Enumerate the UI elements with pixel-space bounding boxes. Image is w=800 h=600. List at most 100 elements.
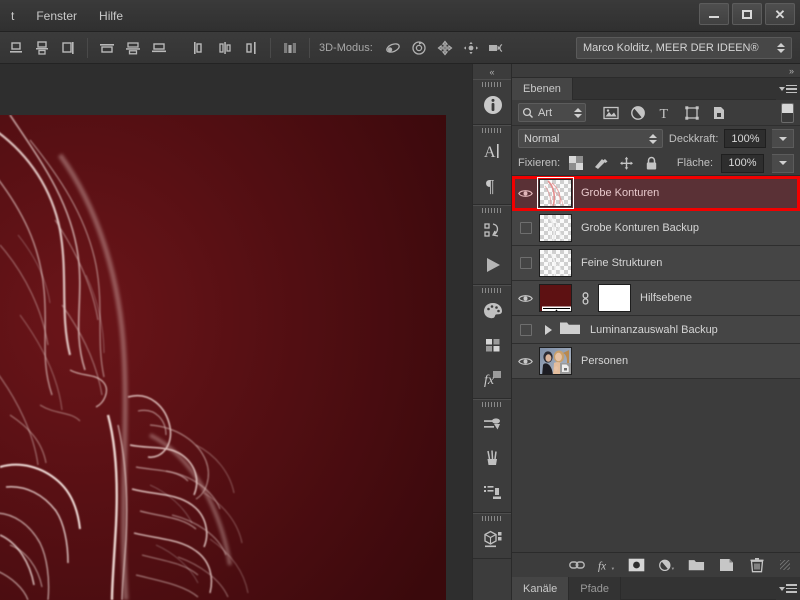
document-window[interactable] <box>0 115 446 600</box>
tab-pfade[interactable]: Pfade <box>569 577 622 600</box>
link-icon[interactable] <box>579 291 591 305</box>
layer-mask-thumbnail[interactable] <box>598 284 631 312</box>
delete-layer-icon[interactable] <box>748 557 765 574</box>
table-row[interactable]: Hilfsebene <box>512 281 800 316</box>
table-row[interactable]: Grobe Konturen Backup <box>512 211 800 246</box>
filter-adjustment-icon[interactable] <box>629 104 647 122</box>
lock-transparency-icon[interactable] <box>568 155 584 171</box>
filter-type-icon[interactable]: T <box>656 104 674 122</box>
distribute-top-edges-button[interactable] <box>95 36 119 60</box>
add-layer-mask-icon[interactable] <box>628 557 645 574</box>
rail-grip[interactable] <box>473 400 511 408</box>
layer-visibility-toggle[interactable] <box>512 344 539 378</box>
rail-grip[interactable] <box>473 206 511 214</box>
filter-smartobject-icon[interactable] <box>710 104 728 122</box>
brush-adjust-icon[interactable] <box>473 408 513 442</box>
layer-thumbnail[interactable] <box>537 177 574 209</box>
group-expand-arrow-icon[interactable] <box>545 324 552 335</box>
layer-thumbnail[interactable] <box>539 347 572 375</box>
layer-thumbnail[interactable] <box>539 284 572 312</box>
lock-icons-group <box>568 155 659 171</box>
table-row[interactable]: Feine Strukturen <box>512 246 800 281</box>
layer-thumbnail-wrap <box>539 347 572 375</box>
lock-all-icon[interactable] <box>643 155 659 171</box>
distribute-right-edges-button[interactable] <box>239 36 263 60</box>
lock-image-pixels-icon[interactable] <box>593 155 609 171</box>
filter-shape-icon[interactable] <box>683 104 701 122</box>
fill-stepper[interactable] <box>772 153 794 173</box>
filter-kind-select[interactable]: Art <box>518 103 586 122</box>
align-bottom-edges-button[interactable] <box>4 36 28 60</box>
rail-grip[interactable] <box>473 80 511 88</box>
layer-style-fx-icon[interactable]: fx <box>598 557 615 574</box>
new-group-icon[interactable] <box>688 557 705 574</box>
minimize-button[interactable] <box>699 3 729 25</box>
close-button[interactable]: ✕ <box>765 3 795 25</box>
link-layers-icon[interactable] <box>568 557 585 574</box>
rail-grip[interactable] <box>473 286 511 294</box>
align-vertical-centers-button[interactable] <box>30 36 54 60</box>
eye-off-icon <box>519 222 532 234</box>
align-right-edges-button[interactable] <box>56 36 80 60</box>
table-row[interactable]: Personen <box>512 344 800 379</box>
layer-visibility-toggle[interactable] <box>512 281 539 315</box>
layer-thumbnail[interactable] <box>539 214 572 242</box>
workspace-dropdown[interactable]: Marco Kolditz, MEER DER IDEEN® <box>576 37 792 59</box>
paragraph-icon[interactable]: ¶ <box>473 168 513 202</box>
layer-visibility-toggle[interactable] <box>512 246 539 280</box>
opacity-value[interactable]: 100% <box>724 129 767 148</box>
brushes-icon[interactable] <box>473 442 513 476</box>
filter-pixel-icon[interactable] <box>602 104 620 122</box>
panel-menu-icon[interactable] <box>776 78 800 100</box>
layer-visibility-toggle[interactable] <box>512 211 539 245</box>
table-row[interactable]: Grobe Konturen <box>512 176 800 211</box>
svg-text:fx: fx <box>484 373 495 388</box>
blend-mode-select[interactable]: Normal <box>518 129 663 148</box>
tab-kanaele[interactable]: Kanäle <box>512 577 570 600</box>
layer-thumbnail[interactable] <box>539 249 572 277</box>
maximize-button[interactable] <box>732 3 762 25</box>
layer-visibility-toggle[interactable] <box>512 176 539 210</box>
swatches-icon[interactable] <box>473 328 513 362</box>
canvas-area[interactable] <box>0 64 472 600</box>
orbit-3d-button[interactable] <box>381 36 405 60</box>
distribute-vertical-centers-button[interactable] <box>121 36 145 60</box>
bottom-panel-menu-icon[interactable] <box>776 577 800 600</box>
rail-grip[interactable] <box>473 126 511 134</box>
panel-collapse-button[interactable]: » <box>512 64 800 78</box>
new-adjustment-layer-icon[interactable] <box>658 557 675 574</box>
toolbar-separator-4 <box>309 37 310 58</box>
distribute-bottom-edges-button[interactable] <box>147 36 171 60</box>
color-palette-icon[interactable] <box>473 294 513 328</box>
menu-item-0[interactable]: t <box>0 5 25 27</box>
auto-align-layers-button[interactable] <box>278 36 302 60</box>
fill-value[interactable]: 100% <box>721 153 764 173</box>
panel-resize-grip[interactable] <box>780 560 790 570</box>
filter-enable-toggle[interactable] <box>781 102 794 123</box>
actions-icon[interactable] <box>473 214 513 248</box>
tab-ebenen[interactable]: Ebenen <box>512 78 573 100</box>
slide-3d-button[interactable] <box>459 36 483 60</box>
layer-list[interactable]: Grobe Konturen Grobe Konturen Backup Fei… <box>512 176 800 552</box>
timeline-play-icon[interactable] <box>473 248 513 282</box>
pan-3d-button[interactable] <box>433 36 457 60</box>
info-icon[interactable] <box>473 88 513 122</box>
menu-item-hilfe[interactable]: Hilfe <box>88 5 134 27</box>
layer-styles-fx-icon[interactable]: fx <box>473 362 513 396</box>
rail-collapse-button[interactable]: « <box>473 64 511 79</box>
cube-3d-icon[interactable] <box>473 522 513 556</box>
roll-3d-button[interactable] <box>407 36 431 60</box>
brush-presets-icon[interactable] <box>473 476 513 510</box>
filter-kind-value: Art <box>538 106 553 119</box>
new-layer-icon[interactable] <box>718 557 735 574</box>
layer-visibility-toggle[interactable] <box>512 316 539 343</box>
distribute-horizontal-centers-button[interactable] <box>213 36 237 60</box>
distribute-left-edges-button[interactable] <box>187 36 211 60</box>
menu-item-fenster[interactable]: Fenster <box>25 5 88 27</box>
camera-3d-button[interactable] <box>485 36 509 60</box>
opacity-stepper[interactable] <box>772 129 794 148</box>
rail-grip[interactable] <box>473 514 511 522</box>
lock-position-icon[interactable] <box>618 155 634 171</box>
character-icon[interactable]: A <box>473 134 513 168</box>
table-row[interactable]: Luminanzauswahl Backup <box>512 316 800 344</box>
